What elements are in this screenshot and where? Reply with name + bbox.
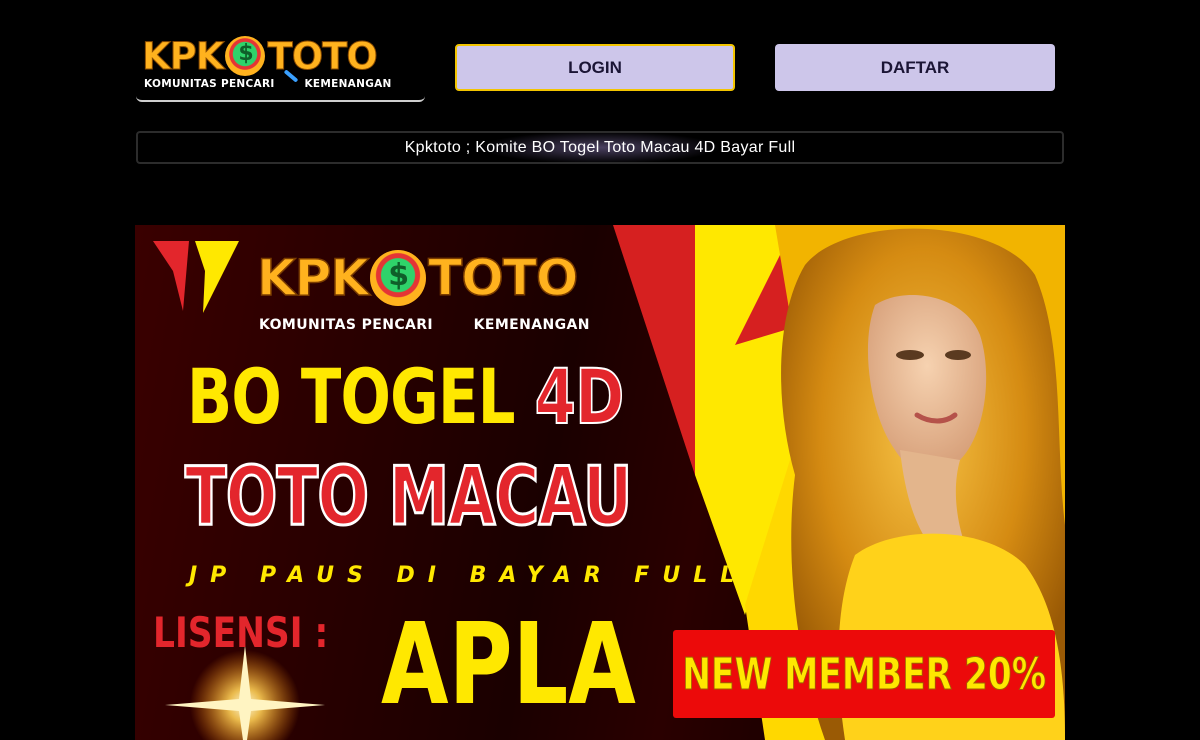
login-button[interactable]: LOGIN	[455, 44, 735, 91]
headline-4d-accent: 4D	[534, 352, 625, 441]
banner-headline-2: TOTO MACAU	[184, 450, 634, 543]
announcement-marquee: Kpktoto ; Komite BO Togel Toto Macau 4D …	[136, 131, 1064, 164]
banner-logo-tagline: KOMUNITAS PENCARI KEMENANGAN	[259, 317, 590, 333]
tp-emblem-icon	[153, 241, 239, 313]
marquee-text: Kpktoto ; Komite BO Togel Toto Macau 4D …	[404, 138, 796, 156]
banner-subline: JP PAUS DI BAYAR FULL	[189, 563, 748, 588]
promo-banner[interactable]: KPK TOTO KOMUNITAS PENCARI KEMENANGAN BO…	[135, 225, 1065, 740]
sparkle-flare-icon	[165, 645, 325, 740]
logo-wordmark: KPK TOTO	[141, 34, 378, 78]
banner-logo-wordmark: KPK TOTO	[256, 248, 579, 308]
logo-tagline: KOMUNITAS PENCARI KEMENANGAN	[144, 78, 392, 90]
register-button[interactable]: DAFTAR	[775, 44, 1055, 91]
promo-text: NEW MEMBER 20%	[682, 648, 1047, 700]
banner-license-label: LISENSI :	[153, 608, 329, 657]
banner-license-value: APLA	[381, 600, 636, 730]
promo-badge[interactable]: NEW MEMBER 20%	[673, 630, 1055, 718]
banner-headline-1: BO TOGEL 4D	[187, 352, 625, 441]
magnifier-coin-icon	[225, 36, 266, 76]
site-logo[interactable]: KPK TOTO KOMUNITAS PENCARI KEMENANGAN	[136, 34, 425, 102]
magnifier-coin-icon	[370, 250, 427, 306]
